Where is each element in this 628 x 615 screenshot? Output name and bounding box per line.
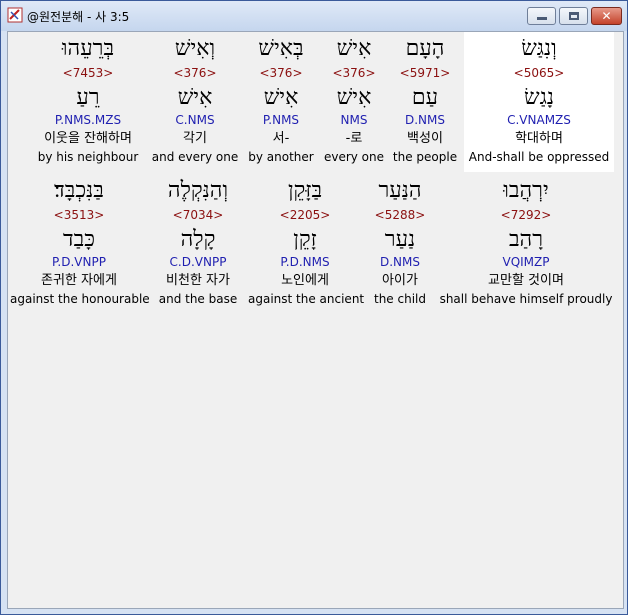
strong-number[interactable]: <5065> bbox=[464, 66, 614, 80]
morphology-code: D.NMS bbox=[404, 113, 445, 127]
hebrew-word: הַנַּעַר bbox=[378, 178, 422, 203]
korean-gloss: 백성이 bbox=[407, 131, 443, 146]
app-window: @원전분해 - 사 3:5 ✕ וְנִגַּשׂ <5065> נָגַשׂ … bbox=[0, 0, 628, 615]
morphology-code: D.NMS bbox=[379, 255, 420, 269]
hebrew-word: הָעָם bbox=[405, 36, 445, 61]
strong-number[interactable]: <5288> bbox=[364, 208, 436, 222]
korean-gloss: 아이가 bbox=[382, 273, 418, 288]
english-gloss: against the honourable bbox=[10, 292, 150, 306]
english-gloss: every one bbox=[323, 150, 385, 164]
korean-gloss: 노인에게 bbox=[281, 273, 329, 288]
morphology-code: P.D.NMS bbox=[280, 255, 330, 269]
english-gloss: and the base bbox=[158, 292, 238, 306]
word-card[interactable]: בְּרֵעֵהוּ <7453> רֵעַ P.NMS.MZS 이웃을 잔해하… bbox=[32, 32, 144, 172]
minimize-button[interactable] bbox=[527, 7, 556, 25]
strong-number[interactable]: <376> bbox=[150, 66, 240, 80]
minimize-icon bbox=[537, 17, 547, 20]
english-gloss: by another bbox=[248, 150, 314, 164]
hebrew-lemma: אִישׁ bbox=[263, 85, 299, 110]
english-gloss: and every one bbox=[151, 150, 239, 164]
hebrew-word: וְנִגַּשׂ bbox=[521, 36, 557, 61]
strong-number[interactable]: <7453> bbox=[32, 66, 144, 80]
english-gloss: against the ancient bbox=[248, 292, 365, 306]
strong-number[interactable]: <7034> bbox=[150, 208, 246, 222]
morphology-code: P.NMS bbox=[262, 113, 300, 127]
korean-gloss: 교만할 것이며 bbox=[488, 273, 564, 288]
strong-number[interactable]: <2205> bbox=[248, 208, 362, 222]
word-card[interactable]: הַנַּעַר <5288> נַעַר D.NMS 아이가 the chil… bbox=[364, 174, 436, 314]
english-gloss: shall behave himself proudly bbox=[439, 292, 613, 306]
strong-number[interactable]: <3513> bbox=[10, 208, 148, 222]
hebrew-lemma: רָהַב bbox=[508, 227, 544, 252]
close-icon: ✕ bbox=[601, 9, 612, 23]
hebrew-lemma: קָלָה bbox=[180, 227, 216, 252]
word-card[interactable]: בַּנִּכְבָּד׃ <3513> כָּבַד P.D.VNPP 존귀한… bbox=[10, 174, 150, 314]
hebrew-lemma: אִישׁ bbox=[336, 85, 372, 110]
interlinear-panel[interactable]: וְנִגַּשׂ <5065> נָגַשׂ C.VNAMZS 학대하며 An… bbox=[7, 31, 624, 609]
close-button[interactable]: ✕ bbox=[591, 7, 622, 25]
word-card[interactable]: וְאִישׁ <376> אִישׁ C.NMS 각기 and every o… bbox=[150, 32, 240, 172]
app-logo-icon bbox=[7, 7, 23, 23]
word-card[interactable]: בַּזָּקֵן <2205> זָקֵן P.D.NMS 노인에게 agai… bbox=[248, 174, 365, 314]
korean-gloss: 존귀한 자에게 bbox=[41, 273, 117, 288]
hebrew-word: בְּאִישׁ bbox=[258, 36, 304, 61]
english-gloss: And-shall be oppressed bbox=[468, 150, 610, 164]
korean-gloss: -로 bbox=[345, 131, 363, 146]
hebrew-word: יִרְהֲבוּ bbox=[503, 178, 549, 203]
english-gloss: the child bbox=[374, 292, 426, 306]
morphology-code: C.NMS bbox=[175, 113, 215, 127]
word-card[interactable]: וְהַנִּקְלֶה <7034> קָלָה C.D.VNPP 비천한 자… bbox=[150, 174, 246, 314]
hebrew-lemma: נַעַר bbox=[384, 227, 416, 252]
strong-number[interactable]: <376> bbox=[242, 66, 320, 80]
hebrew-lemma: עַם bbox=[411, 85, 439, 110]
strong-number[interactable]: <5971> bbox=[388, 66, 462, 80]
korean-gloss: 서- bbox=[272, 131, 290, 146]
hebrew-word: בַּנִּכְבָּד׃ bbox=[54, 178, 104, 203]
hebrew-word: אִישׁ bbox=[336, 36, 372, 61]
morphology-code: C.D.VNPP bbox=[169, 255, 227, 269]
english-gloss: the people bbox=[392, 150, 458, 164]
korean-gloss: 비천한 자가 bbox=[166, 273, 230, 288]
strong-number[interactable]: <7292> bbox=[438, 208, 614, 222]
hebrew-word: וְהַנִּקְלֶה bbox=[167, 178, 229, 203]
hebrew-lemma: זָקֵן bbox=[293, 227, 317, 252]
hebrew-lemma: אִישׁ bbox=[177, 85, 213, 110]
morphology-code: NMS bbox=[340, 113, 368, 127]
hebrew-word: בַּזָּקֵן bbox=[287, 178, 323, 203]
hebrew-word: וְאִישׁ bbox=[174, 36, 216, 61]
hebrew-lemma: רֵעַ bbox=[76, 85, 100, 110]
korean-gloss: 각기 bbox=[183, 131, 207, 146]
morphology-code: C.VNAMZS bbox=[507, 113, 571, 127]
word-card[interactable]: אִישׁ <376> אִישׁ NMS -로 every one bbox=[322, 32, 386, 172]
maximize-button[interactable] bbox=[559, 7, 588, 25]
strong-number[interactable]: <376> bbox=[322, 66, 386, 80]
hebrew-lemma: כָּבַד bbox=[63, 227, 95, 252]
window-title: @원전분해 - 사 3:5 bbox=[27, 10, 130, 24]
hebrew-word: בְּרֵעֵהוּ bbox=[61, 36, 115, 61]
word-card[interactable]: הָעָם <5971> עַם D.NMS 백성이 the people bbox=[388, 32, 462, 172]
korean-gloss: 이웃을 잔해하며 bbox=[44, 131, 132, 146]
title-bar[interactable]: @원전분해 - 사 3:5 ✕ bbox=[1, 1, 627, 31]
word-card[interactable]: וְנִגַּשׂ <5065> נָגַשׂ C.VNAMZS 학대하며 An… bbox=[464, 32, 614, 172]
maximize-icon bbox=[569, 12, 579, 20]
word-card[interactable]: בְּאִישׁ <376> אִישׁ P.NMS 서- by another bbox=[242, 32, 320, 172]
morphology-code: VQIMZP bbox=[502, 255, 550, 269]
word-card[interactable]: יִרְהֲבוּ <7292> רָהַב VQIMZP 교만할 것이며 sh… bbox=[438, 174, 614, 314]
korean-gloss: 학대하며 bbox=[515, 131, 563, 146]
morphology-code: P.D.VNPP bbox=[52, 255, 106, 269]
english-gloss: by his neighbour bbox=[37, 150, 139, 164]
morphology-code: P.NMS.MZS bbox=[54, 113, 122, 127]
hebrew-lemma: נָגַשׂ bbox=[524, 85, 554, 110]
